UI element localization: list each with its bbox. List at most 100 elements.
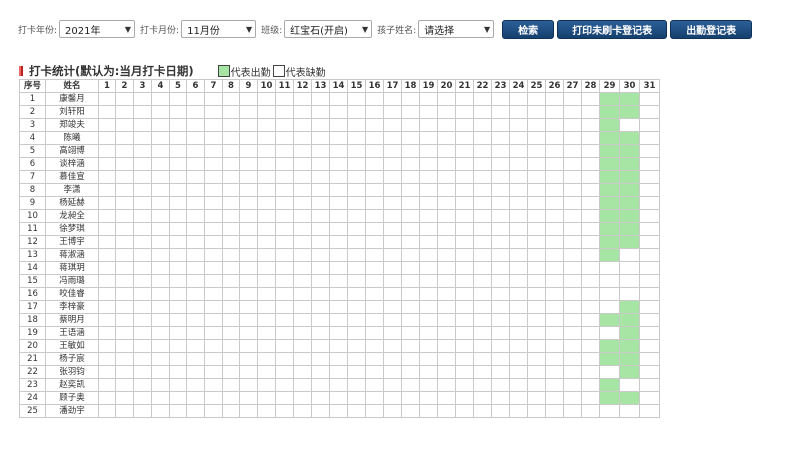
attendance-cell (401, 352, 420, 366)
table-row: 15 冯雨璐 (19, 274, 660, 288)
attendance-cell (509, 144, 528, 158)
attendance-cell (115, 144, 134, 158)
attendance-register-button[interactable]: 出勤登记表 (670, 19, 753, 39)
attendance-cell (239, 222, 258, 236)
attendance-cell (311, 131, 330, 145)
attendance-cell (329, 144, 348, 158)
student-name: 刘轩阳 (45, 105, 99, 119)
attendance-cell (509, 118, 528, 132)
child-select[interactable]: 请选择 ▼ (418, 20, 495, 38)
month-select[interactable]: 11月份 ▼ (181, 20, 257, 38)
attendance-cell (275, 339, 294, 353)
attendance-cell (347, 183, 366, 197)
attendance-cell (437, 183, 456, 197)
attendance-cell (365, 131, 384, 145)
attendance-cell (639, 170, 660, 184)
attendance-cell (186, 170, 205, 184)
student-name: 陈曦 (45, 131, 99, 145)
attendance-cell-present (619, 391, 640, 405)
attendance-cell (133, 326, 152, 340)
attendance-cell-present (599, 209, 620, 223)
attendance-cell (311, 352, 330, 366)
row-index: 3 (19, 118, 46, 132)
attendance-cell (239, 391, 258, 405)
attendance-cell (98, 391, 116, 405)
attendance-cell (293, 170, 312, 184)
attendance-cell (419, 391, 438, 405)
attendance-cell (293, 404, 312, 418)
attendance-cell (347, 391, 366, 405)
attendance-cell (293, 378, 312, 392)
student-name: 蒋琪玥 (45, 261, 99, 275)
attendance-cell (98, 313, 116, 327)
attendance-cell (383, 313, 402, 327)
attendance-cell (257, 352, 276, 366)
attendance-cell (639, 274, 660, 288)
attendance-cell (222, 313, 240, 327)
attendance-cell (473, 378, 492, 392)
attendance-cell (329, 274, 348, 288)
student-name: 郑竣夫 (45, 118, 99, 132)
attendance-cell (581, 313, 600, 327)
attendance-cell (275, 287, 294, 301)
attendance-cell (491, 105, 510, 119)
attendance-cell (257, 209, 276, 223)
attendance-cell (311, 261, 330, 275)
attendance-cell-present (599, 248, 620, 262)
attendance-cell (401, 157, 420, 171)
attendance-cell (365, 339, 384, 353)
attendance-cell (204, 235, 223, 249)
attendance-cell (311, 313, 330, 327)
column-header-day-24: 24 (509, 79, 528, 93)
column-header-day-13: 13 (311, 79, 330, 93)
attendance-cell (491, 235, 510, 249)
attendance-cell-present (619, 131, 640, 145)
attendance-cell (383, 92, 402, 106)
attendance-cell (455, 131, 474, 145)
attendance-cell (383, 157, 402, 171)
attendance-cell (98, 339, 116, 353)
attendance-cell (509, 196, 528, 210)
attendance-cell (455, 170, 474, 184)
year-select[interactable]: 2021年 ▼ (59, 20, 136, 38)
attendance-cell (347, 170, 366, 184)
attendance-cell (419, 248, 438, 262)
attendance-cell (222, 222, 240, 236)
attendance-cell (563, 248, 582, 262)
attendance-cell (239, 300, 258, 314)
attendance-cell (563, 131, 582, 145)
attendance-cell (186, 274, 205, 288)
attendance-cell (491, 183, 510, 197)
attendance-cell (98, 235, 116, 249)
class-select[interactable]: 红宝石(开启) ▼ (284, 20, 373, 38)
attendance-cell (347, 313, 366, 327)
attendance-cell (509, 391, 528, 405)
attendance-cell (401, 326, 420, 340)
attendance-cell (527, 131, 546, 145)
attendance-cell (545, 365, 564, 379)
search-button[interactable]: 检索 (502, 19, 555, 39)
row-index: 23 (19, 378, 46, 392)
attendance-cell (455, 326, 474, 340)
attendance-cell (527, 352, 546, 366)
attendance-cell (639, 157, 660, 171)
print-unswiped-button[interactable]: 打印未刷卡登记表 (557, 19, 668, 39)
attendance-cell (639, 287, 660, 301)
attendance-cell (151, 222, 170, 236)
attendance-cell (401, 144, 420, 158)
attendance-cell (491, 378, 510, 392)
attendance-cell (311, 196, 330, 210)
attendance-cell (347, 144, 366, 158)
row-index: 11 (19, 222, 46, 236)
attendance-cell (204, 248, 223, 262)
attendance-cell (527, 391, 546, 405)
attendance-cell (419, 352, 438, 366)
chevron-down-icon: ▼ (245, 24, 253, 34)
attendance-cell (491, 300, 510, 314)
attendance-cell (491, 391, 510, 405)
column-header-day-27: 27 (563, 79, 582, 93)
attendance-cell (527, 170, 546, 184)
attendance-cell (545, 196, 564, 210)
row-index: 19 (19, 326, 46, 340)
attendance-cell (169, 352, 187, 366)
